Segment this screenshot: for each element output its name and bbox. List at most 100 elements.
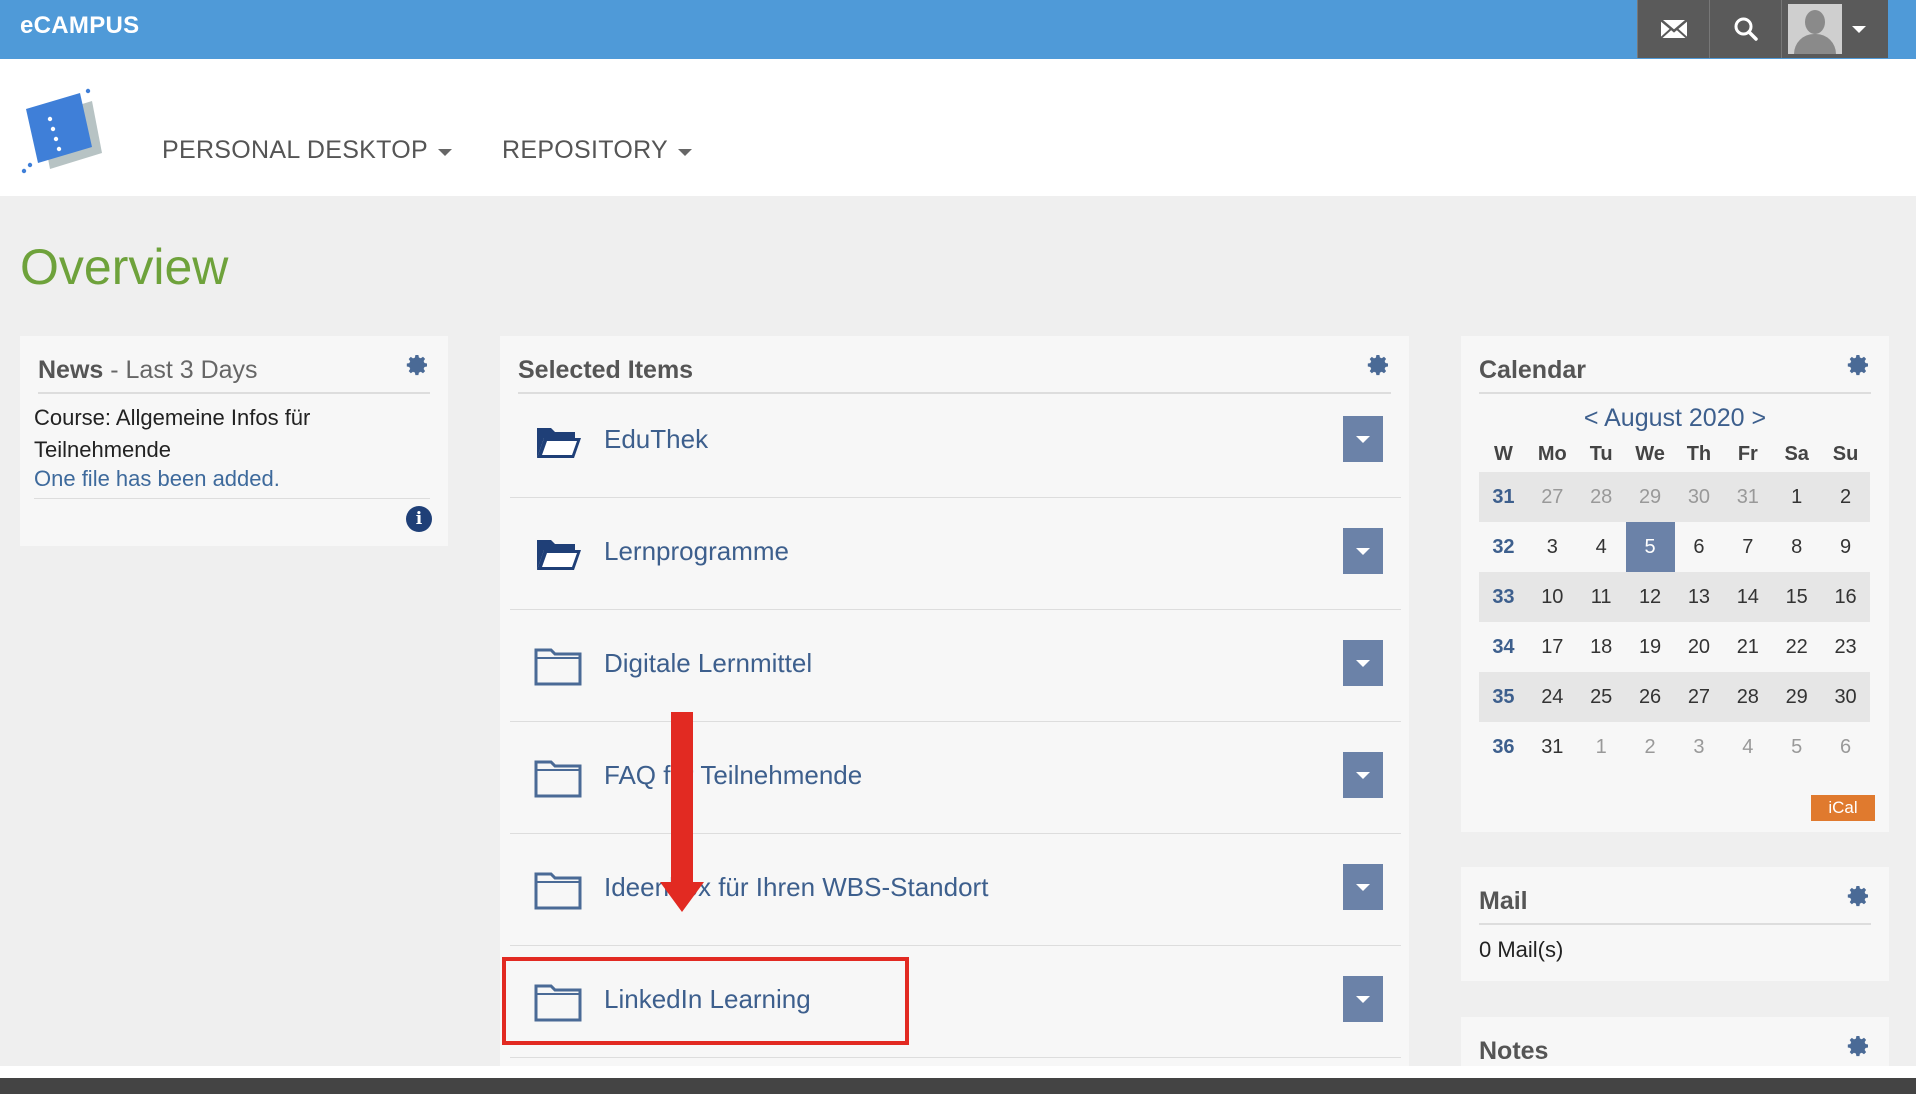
calendar-week-number[interactable]: 34 (1479, 622, 1528, 672)
nav-personal-desktop[interactable]: PERSONAL DESKTOP (162, 136, 452, 165)
item-label[interactable]: EduThek (604, 424, 708, 455)
list-item[interactable]: Digitale Lernmittel (510, 610, 1401, 722)
calendar-day[interactable]: 5 (1625, 522, 1675, 572)
calendar-weekday-header: Mo (1537, 442, 1567, 465)
item-label[interactable]: FAQ für Teilnehmende (604, 760, 862, 791)
calendar-day[interactable]: 19 (1626, 622, 1675, 672)
calendar-weekday-header: Fr (1737, 442, 1758, 465)
calendar-day[interactable]: 23 (1821, 622, 1870, 672)
calendar-day[interactable]: 13 (1675, 572, 1724, 622)
calendar-week-number[interactable]: 32 (1479, 522, 1528, 572)
chevron-down-icon (1356, 995, 1370, 1003)
calendar-day[interactable]: 22 (1772, 622, 1821, 672)
calendar-week-number[interactable]: 31 (1479, 472, 1528, 522)
calendar-day[interactable]: 31 (1528, 722, 1577, 772)
gear-icon[interactable] (1847, 1034, 1871, 1058)
calendar-day[interactable]: 17 (1528, 622, 1577, 672)
panel-header: News - Last 3 Days (38, 336, 430, 394)
calendar-day[interactable]: 28 (1723, 672, 1772, 722)
news-title: News (38, 356, 104, 384)
panel-title: Selected Items (518, 356, 694, 384)
calendar-day[interactable]: 6 (1675, 522, 1724, 572)
calendar-day[interactable]: 31 (1723, 472, 1772, 522)
ecampus-logo[interactable] (20, 87, 110, 177)
calendar-day[interactable]: 9 (1821, 522, 1870, 572)
calendar-day[interactable]: 3 (1528, 522, 1577, 572)
panel-title: Mail (1479, 887, 1528, 915)
nav-repository[interactable]: REPOSITORY (502, 136, 693, 165)
item-label[interactable]: Lernprogramme (604, 536, 789, 567)
mail-count[interactable]: 0 Mail(s) (1479, 937, 1563, 963)
gear-icon[interactable] (1367, 353, 1391, 377)
item-actions-dropdown[interactable] (1343, 976, 1383, 1022)
calendar-day[interactable]: 1 (1772, 472, 1821, 522)
calendar-day[interactable]: 20 (1675, 622, 1724, 672)
folder-icon (534, 760, 582, 798)
gear-icon[interactable] (1847, 884, 1871, 908)
calendar-day[interactable]: 28 (1577, 472, 1626, 522)
next-month-link[interactable]: > (1751, 404, 1766, 432)
folder-open-icon (537, 428, 581, 458)
calendar-day[interactable]: 27 (1528, 472, 1577, 522)
calendar-day[interactable]: 10 (1528, 572, 1577, 622)
list-item[interactable]: Ideenbox für Ihren WBS-Standort (510, 834, 1401, 946)
item-label[interactable]: Digitale Lernmittel (604, 648, 812, 679)
calendar-day[interactable]: 29 (1626, 472, 1675, 522)
list-item[interactable]: Lernprogramme (510, 498, 1401, 610)
calendar-day[interactable]: 4 (1577, 522, 1626, 572)
calendar-day[interactable]: 25 (1577, 672, 1626, 722)
chevron-down-icon (678, 148, 693, 156)
gear-icon[interactable] (1847, 353, 1871, 377)
annotation-arrow (660, 712, 704, 912)
item-actions-dropdown[interactable] (1343, 752, 1383, 798)
calendar-day[interactable]: 14 (1723, 572, 1772, 622)
ical-button[interactable]: iCal (1811, 795, 1875, 821)
prev-month-link[interactable]: < (1584, 404, 1599, 432)
calendar-weekday-header: We (1635, 442, 1665, 465)
mail-button[interactable] (1637, 0, 1709, 58)
list-item[interactable]: FAQ für Teilnehmende (510, 722, 1401, 834)
chevron-down-icon (1356, 547, 1370, 555)
list-item[interactable]: EduThek (510, 386, 1401, 498)
calendar-header-row: W Mo Tu We Th Fr Sa Su (1479, 436, 1870, 472)
calendar-day[interactable]: 26 (1626, 672, 1675, 722)
calendar-day[interactable]: 7 (1723, 522, 1772, 572)
folder-icon (534, 872, 582, 910)
nav-label: REPOSITORY (502, 136, 669, 164)
calendar-week-number[interactable]: 36 (1479, 722, 1528, 772)
calendar-day[interactable]: 18 (1577, 622, 1626, 672)
calendar-week-number[interactable]: 33 (1479, 572, 1528, 622)
brand-name[interactable]: eCAMPUS (20, 12, 139, 40)
news-message-link[interactable]: One file has been added. (34, 466, 280, 492)
calendar-day[interactable]: 30 (1675, 472, 1724, 522)
calendar-day[interactable]: 15 (1772, 572, 1821, 622)
calendar-day[interactable]: 12 (1626, 572, 1675, 622)
gear-icon[interactable] (406, 353, 430, 377)
calendar-day[interactable]: 11 (1577, 572, 1626, 622)
calendar-day[interactable]: 29 (1772, 672, 1821, 722)
search-button[interactable] (1709, 0, 1781, 58)
item-actions-dropdown[interactable] (1343, 416, 1383, 462)
calendar-day[interactable]: 21 (1723, 622, 1772, 672)
calendar-day[interactable]: 5 (1772, 722, 1821, 772)
calendar-day[interactable]: 27 (1675, 672, 1724, 722)
calendar-week-number[interactable]: 35 (1479, 672, 1528, 722)
item-actions-dropdown[interactable] (1343, 864, 1383, 910)
calendar-day[interactable]: 24 (1528, 672, 1577, 722)
calendar-day[interactable]: 2 (1626, 722, 1675, 772)
news-course: Course: Allgemeine Infos für Teilnehmend… (34, 405, 311, 462)
item-actions-dropdown[interactable] (1343, 640, 1383, 686)
calendar-day[interactable]: 30 (1821, 672, 1870, 722)
item-actions-dropdown[interactable] (1343, 528, 1383, 574)
calendar-day[interactable]: 3 (1675, 722, 1724, 772)
user-menu-button[interactable] (1781, 0, 1888, 58)
calendar-day[interactable]: 6 (1821, 722, 1870, 772)
calendar-day[interactable]: 8 (1772, 522, 1821, 572)
calendar-day[interactable]: 16 (1821, 572, 1870, 622)
calendar-day[interactable]: 1 (1577, 722, 1626, 772)
header: PERSONAL DESKTOP REPOSITORY (0, 59, 1916, 196)
calendar-day[interactable]: 4 (1723, 722, 1772, 772)
chevron-down-icon (1356, 659, 1370, 667)
info-icon[interactable]: i (406, 506, 432, 532)
calendar-day[interactable]: 2 (1821, 472, 1870, 522)
